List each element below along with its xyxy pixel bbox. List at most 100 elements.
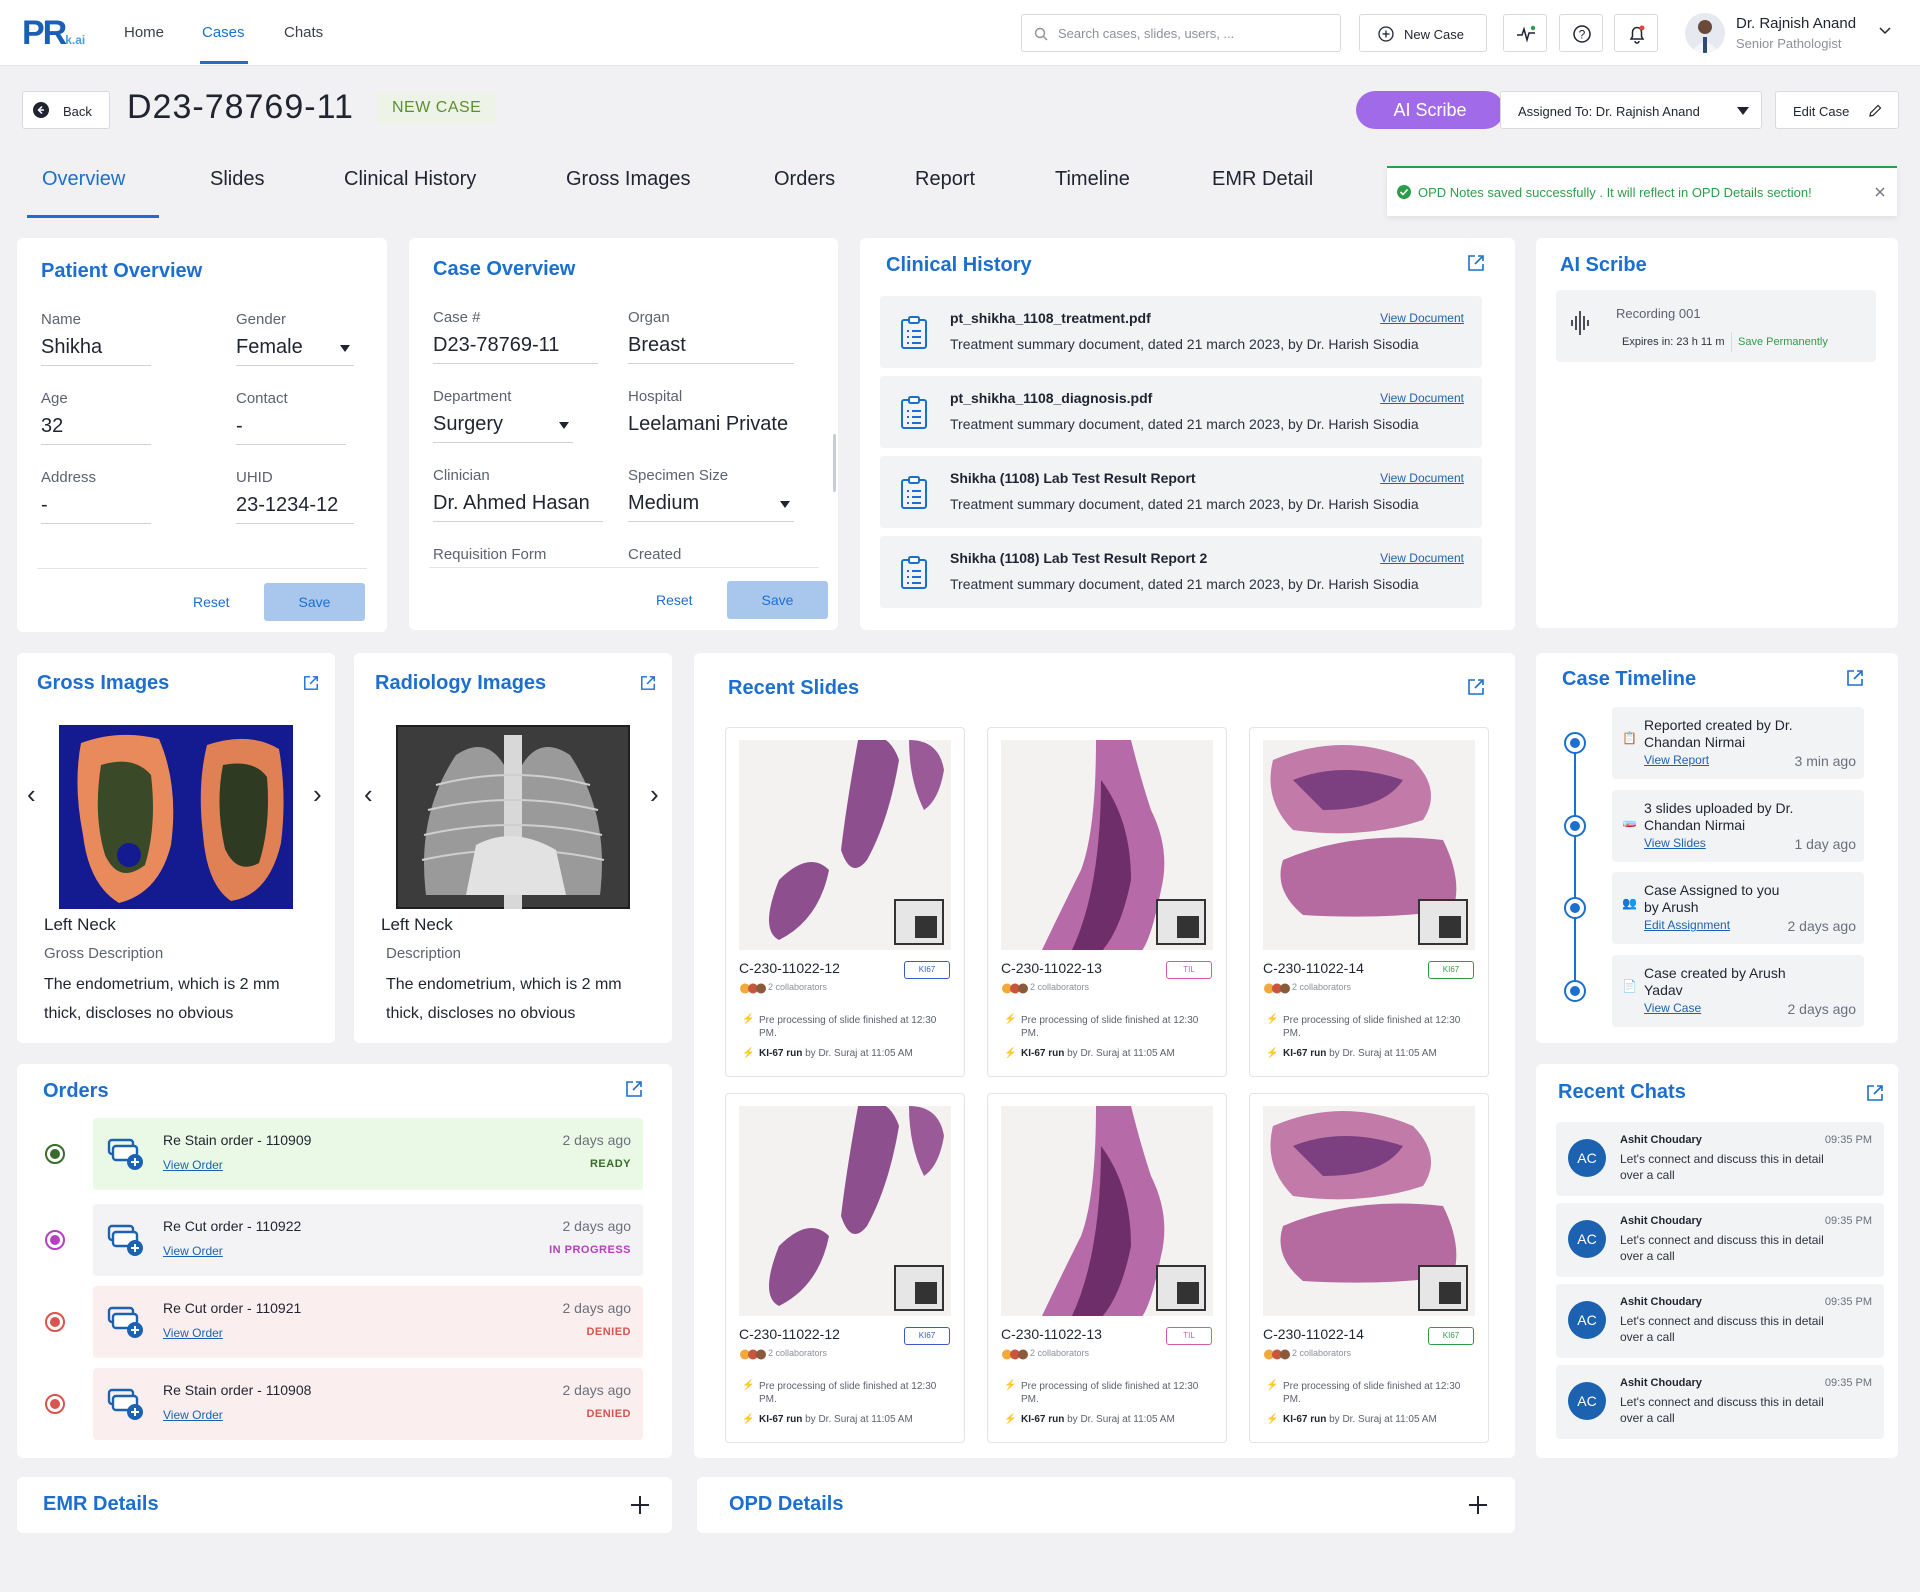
tab-slides[interactable]: Slides [210,168,264,191]
back-button[interactable]: Back [22,91,110,129]
external-link-icon[interactable] [1467,254,1485,272]
tab-orders[interactable]: Orders [774,168,835,191]
tab-overview[interactable]: Overview [42,168,125,191]
nav-home[interactable]: Home [124,24,164,41]
case-number-field[interactable]: D23-78769-11 [433,334,598,364]
next-arrow-icon[interactable]: › [313,779,322,810]
age-field[interactable]: 32 [41,415,151,445]
department-select[interactable]: Surgery [433,413,573,443]
order-item[interactable]: Re Cut order - 110921 View Order 2 days ag… [93,1286,643,1358]
reset-button[interactable]: Reset [193,594,230,610]
emr-details-panel[interactable]: EMR Details [17,1477,672,1533]
slide-card[interactable]: C-230-11022-14 KI67 2 collaborators ⚡ Pre pr… [1249,727,1489,1077]
address-field[interactable]: - [41,494,151,524]
order-item[interactable]: Re Cut order - 110922 View Order 2 days ag… [93,1204,643,1276]
timeline-link[interactable]: View Case [1644,1001,1701,1015]
slide-card[interactable]: C-230-11022-13 TIL 2 collaborators ⚡ Pre pro… [987,727,1227,1077]
slide-card[interactable]: C-230-11022-13 TIL 2 collaborators ⚡ Pre pro… [987,1093,1227,1443]
order-status-radio[interactable] [45,1312,65,1332]
chat-item[interactable]: AC Ashit Choudary 09:35 PM Let's connect an… [1556,1122,1884,1196]
timeline-link[interactable]: View Slides [1644,836,1706,850]
activity-button[interactable] [1503,14,1547,52]
save-button[interactable]: Save [727,581,828,619]
name-field[interactable]: Shikha [41,336,151,366]
order-status-radio[interactable] [45,1394,65,1414]
notifications-button[interactable] [1614,14,1658,52]
slide-thumbnail[interactable] [739,1106,951,1316]
slide-thumbnail[interactable] [1263,740,1475,950]
save-permanently-button[interactable]: Save Permanently [1738,336,1828,348]
view-document-link[interactable]: View Document [1380,551,1464,565]
app-logo[interactable]: PRk.ai [22,14,85,53]
view-order-link[interactable]: View Order [163,1326,223,1340]
specimen-size-select[interactable]: Medium [628,492,794,522]
external-link-icon[interactable] [1866,1084,1884,1102]
ai-scribe-button[interactable]: AI Scribe [1356,91,1504,129]
chevron-down-icon[interactable] [1879,27,1891,35]
order-item[interactable]: Re Stain order - 110908 View Order 2 days … [93,1368,643,1440]
external-link-icon[interactable] [640,675,656,691]
clinical-history-item[interactable]: Shikha (1108) Lab Test Result Report 2 Tr… [880,536,1482,608]
timeline-link[interactable]: Edit Assignment [1644,918,1730,932]
clinical-history-item[interactable]: pt_shikha_1108_treatment.pdf Treatment su… [880,296,1482,368]
save-button[interactable]: Save [264,583,365,621]
external-link-icon[interactable] [1846,669,1864,687]
organ-field[interactable]: Breast [628,334,794,364]
external-link-icon[interactable] [1467,678,1485,696]
clinician-field[interactable]: Dr. Ahmed Hasan [433,492,603,522]
nav-cases[interactable]: Cases [202,24,245,41]
slide-thumbnail[interactable] [1001,740,1213,950]
help-button[interactable]: ? [1559,14,1603,52]
order-status-radio[interactable] [45,1230,65,1250]
view-document-link[interactable]: View Document [1380,391,1464,405]
tab-clinical-history[interactable]: Clinical History [344,168,476,191]
assigned-to-dropdown[interactable]: Assigned To: Dr. Rajnish Anand [1500,91,1762,129]
user-avatar[interactable] [1685,13,1725,53]
prev-arrow-icon[interactable]: ‹ [364,779,373,810]
external-link-icon[interactable] [303,675,319,691]
slide-card[interactable]: C-230-11022-14 KI67 2 collaborators ⚡ Pre pr… [1249,1093,1489,1443]
chat-item[interactable]: AC Ashit Choudary 09:35 PM Let's connect an… [1556,1284,1884,1358]
slide-card[interactable]: C-230-11022-12 KI67 2 collaborators ⚡ Pre pr… [725,727,965,1077]
slide-thumbnail[interactable] [1263,1106,1475,1316]
order-status-radio[interactable] [45,1144,65,1164]
search-input[interactable]: Search cases, slides, users, ... [1021,14,1341,52]
prev-arrow-icon[interactable]: ‹ [27,779,36,810]
edit-case-button[interactable]: Edit Case [1775,91,1899,129]
view-document-link[interactable]: View Document [1380,471,1464,485]
plus-icon[interactable] [629,1494,651,1516]
view-order-link[interactable]: View Order [163,1158,223,1172]
view-order-link[interactable]: View Order [163,1244,223,1258]
new-case-button[interactable]: New Case [1359,14,1487,52]
plus-icon[interactable] [1467,1494,1489,1516]
timeline-link[interactable]: View Report [1644,753,1709,767]
chest-xray-image[interactable] [396,725,630,909]
close-icon[interactable] [1875,187,1885,197]
scrollbar[interactable] [833,434,836,492]
uhid-field[interactable]: 23-1234-12 [236,494,354,524]
tab-gross-images[interactable]: Gross Images [566,168,690,191]
clinical-history-item[interactable]: pt_shikha_1108_diagnosis.pdf Treatment su… [880,376,1482,448]
view-order-link[interactable]: View Order [163,1408,223,1422]
external-link-icon[interactable] [625,1080,643,1098]
slide-thumbnail[interactable] [1001,1106,1213,1316]
slide-card[interactable]: C-230-11022-12 KI67 2 collaborators ⚡ Pre pr… [725,1093,965,1443]
clinical-history-item[interactable]: Shikha (1108) Lab Test Result Report Trea… [880,456,1482,528]
tab-emr-detail[interactable]: EMR Detail [1212,168,1313,191]
hospital-field[interactable]: Leelamani Private [628,413,806,442]
contact-field[interactable]: - [236,415,346,445]
slide-thumbnail[interactable] [739,740,951,950]
opd-details-panel[interactable]: OPD Details [697,1477,1515,1533]
order-item[interactable]: Re Stain order - 110909 View Order 2 days … [93,1118,643,1190]
reset-button[interactable]: Reset [656,592,693,608]
tab-report[interactable]: Report [915,168,975,191]
chat-item[interactable]: AC Ashit Choudary 09:35 PM Let's connect an… [1556,1365,1884,1439]
gross-specimen-image[interactable] [59,725,293,909]
chat-item[interactable]: AC Ashit Choudary 09:35 PM Let's connect an… [1556,1203,1884,1277]
nav-chats[interactable]: Chats [284,24,323,41]
tab-timeline[interactable]: Timeline [1055,168,1130,191]
view-document-link[interactable]: View Document [1380,311,1464,325]
next-arrow-icon[interactable]: › [650,779,659,810]
recording-item[interactable]: Recording 001 Expires in: 23 h 11 m Save… [1556,290,1876,362]
gender-select[interactable]: Female [236,336,354,366]
